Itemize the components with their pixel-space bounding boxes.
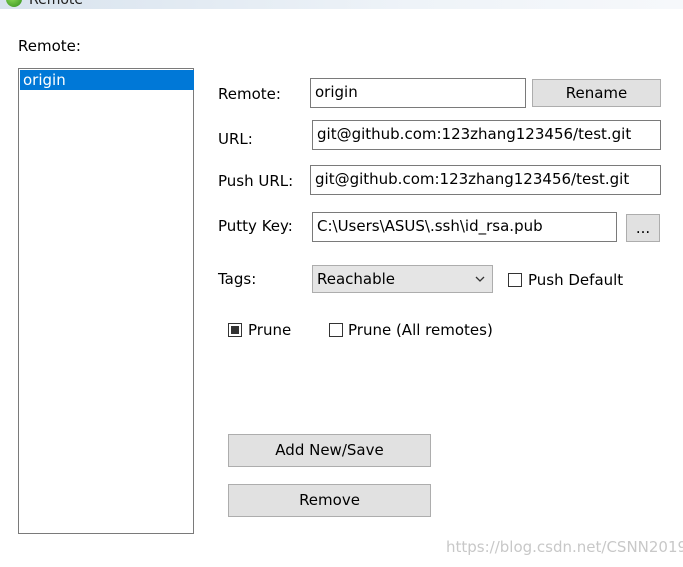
url-label: URL: bbox=[218, 130, 253, 148]
push-url-input[interactable]: git@github.com:123zhang123456/test.git bbox=[310, 165, 661, 195]
remove-button[interactable]: Remove bbox=[228, 484, 431, 517]
tags-label: Tags: bbox=[218, 270, 257, 288]
chevron-down-icon bbox=[475, 276, 485, 282]
push-default-label: Push Default bbox=[528, 271, 624, 289]
app-icon bbox=[6, 0, 22, 7]
putty-key-label: Putty Key: bbox=[218, 217, 293, 235]
remote-label: Remote: bbox=[218, 85, 281, 103]
remote-list-label: Remote: bbox=[18, 37, 81, 55]
title-bar: Remote bbox=[0, 0, 683, 9]
url-input[interactable]: git@github.com:123zhang123456/test.git bbox=[312, 120, 661, 150]
tags-selected-value: Reachable bbox=[317, 270, 396, 288]
putty-key-input[interactable]: C:\Users\ASUS\.ssh\id_rsa.pub bbox=[312, 212, 617, 242]
push-url-label: Push URL: bbox=[218, 172, 294, 190]
prune-all-checkbox[interactable] bbox=[329, 323, 343, 337]
prune-checkbox[interactable] bbox=[228, 323, 242, 337]
tags-select[interactable]: Reachable bbox=[312, 265, 493, 293]
prune-label: Prune bbox=[248, 321, 292, 339]
push-default-checkbox[interactable] bbox=[508, 273, 522, 287]
window-title: Remote bbox=[29, 0, 84, 8]
list-item-origin[interactable]: origin bbox=[20, 70, 194, 90]
rename-button[interactable]: Rename bbox=[532, 79, 661, 107]
browse-key-button[interactable]: ... bbox=[626, 214, 660, 242]
prune-all-label: Prune (All remotes) bbox=[348, 321, 493, 339]
add-save-button[interactable]: Add New/Save bbox=[228, 434, 431, 467]
watermark: https://blog.csdn.net/CSNN2019 bbox=[446, 538, 683, 556]
remote-listbox[interactable]: origin bbox=[18, 68, 194, 534]
remote-name-input[interactable]: origin bbox=[310, 78, 526, 108]
